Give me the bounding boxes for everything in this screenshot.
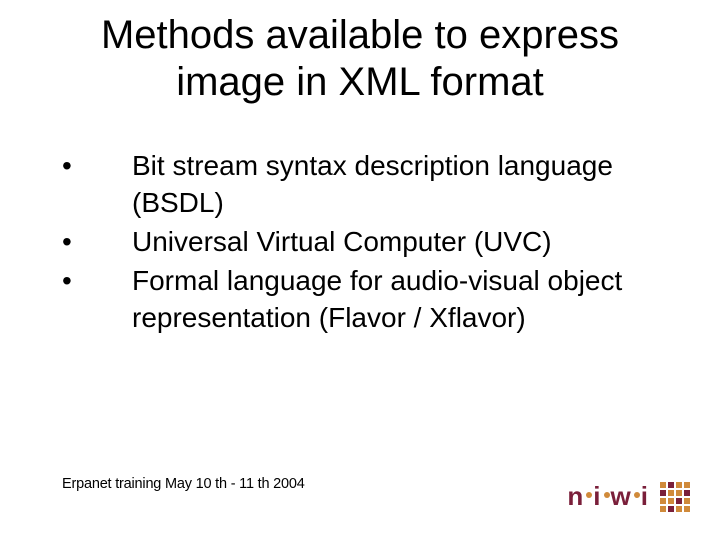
- slide-title: Methods available to express image in XM…: [0, 12, 720, 106]
- title-line-1: Methods available to express: [0, 12, 720, 59]
- logo-dot-icon: [604, 492, 610, 498]
- list-item: • Universal Virtual Computer (UVC): [58, 224, 670, 261]
- logo-mark-icon: [660, 482, 690, 512]
- bullet-text: Universal Virtual Computer (UVC): [132, 224, 670, 261]
- bullet-icon: •: [58, 224, 132, 261]
- slide: Methods available to express image in XM…: [0, 0, 720, 540]
- bullet-icon: •: [58, 148, 132, 185]
- title-line-2: image in XML format: [0, 59, 720, 106]
- logo: niwi: [567, 481, 690, 512]
- bullet-text: Formal language for audio-visual object …: [132, 263, 670, 337]
- logo-wordmark: niwi: [567, 481, 650, 512]
- list-item: • Bit stream syntax description language…: [58, 148, 670, 222]
- bullet-text: Bit stream syntax description language (…: [132, 148, 670, 222]
- logo-dot-icon: [586, 492, 592, 498]
- slide-body: • Bit stream syntax description language…: [58, 148, 670, 339]
- bullet-icon: •: [58, 263, 132, 300]
- footer-text: Erpanet training May 10 th - 11 th 2004: [62, 476, 305, 492]
- logo-dot-icon: [634, 492, 640, 498]
- list-item: • Formal language for audio-visual objec…: [58, 263, 670, 337]
